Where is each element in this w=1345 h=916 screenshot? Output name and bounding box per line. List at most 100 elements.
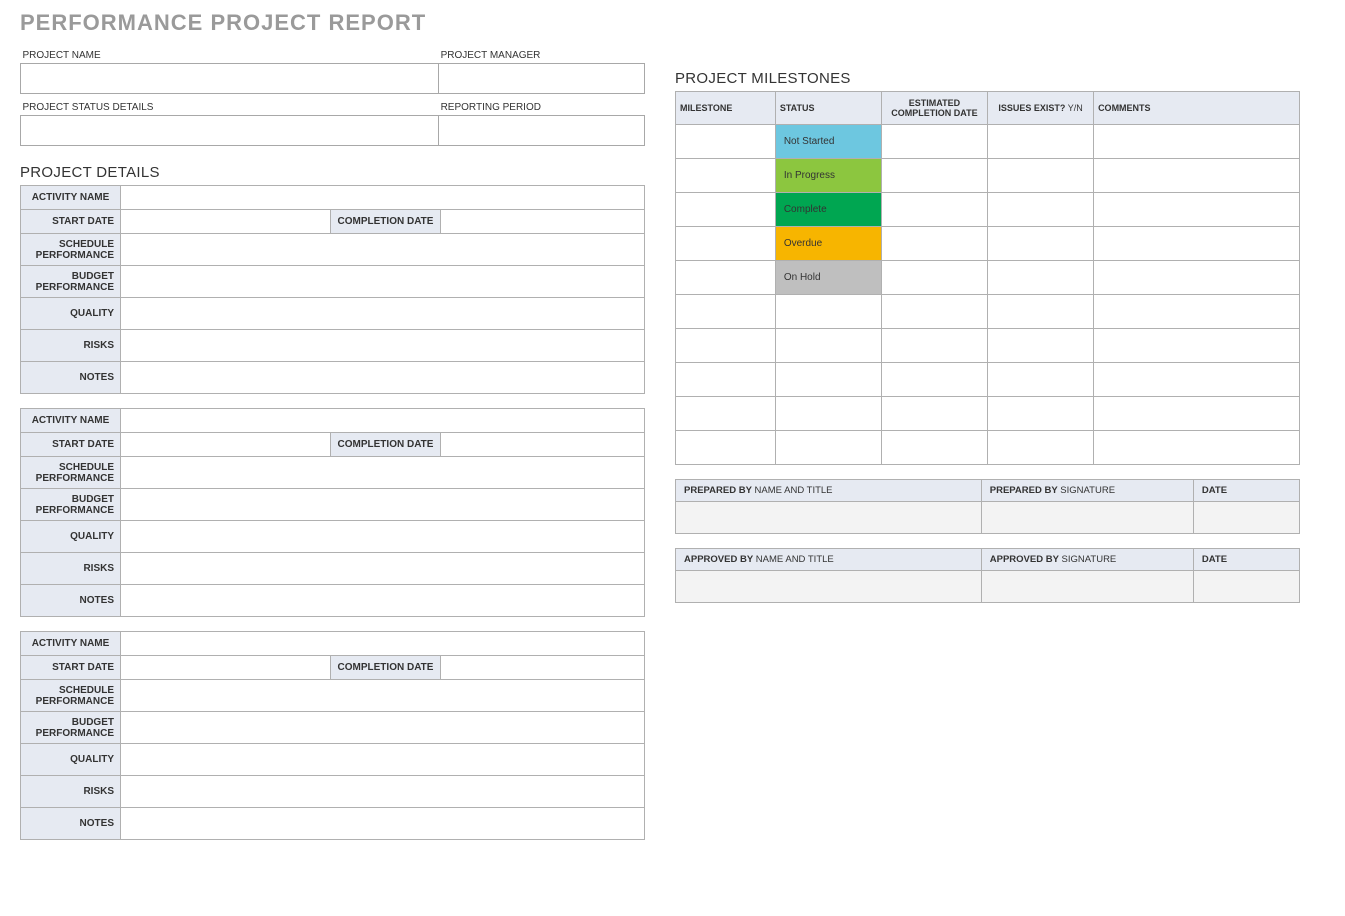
comments-cell[interactable] bbox=[1094, 329, 1300, 363]
input-completion-date[interactable] bbox=[441, 656, 645, 680]
label-start-date: START DATE bbox=[21, 433, 121, 457]
table-row bbox=[676, 329, 1300, 363]
issues-cell[interactable] bbox=[987, 363, 1093, 397]
milestone-cell[interactable] bbox=[676, 295, 776, 329]
status-cell[interactable]: In Progress bbox=[775, 159, 881, 193]
activity-block: ACTIVITY NAMESTART DATECOMPLETION DATESC… bbox=[20, 408, 645, 617]
input-completion-date[interactable] bbox=[441, 210, 645, 234]
milestone-cell[interactable] bbox=[676, 329, 776, 363]
label-start-date: START DATE bbox=[21, 210, 121, 234]
estimated-cell[interactable] bbox=[881, 159, 987, 193]
issues-cell[interactable] bbox=[987, 431, 1093, 465]
status-cell[interactable] bbox=[775, 397, 881, 431]
input-reporting-period[interactable] bbox=[439, 116, 645, 146]
label-notes: NOTES bbox=[21, 585, 121, 617]
issues-cell[interactable] bbox=[987, 397, 1093, 431]
input-start-date[interactable] bbox=[121, 210, 331, 234]
activity-block: ACTIVITY NAMESTART DATECOMPLETION DATESC… bbox=[20, 631, 645, 840]
issues-cell[interactable] bbox=[987, 125, 1093, 159]
status-cell[interactable] bbox=[775, 329, 881, 363]
estimated-cell[interactable] bbox=[881, 193, 987, 227]
milestone-cell[interactable] bbox=[676, 431, 776, 465]
issues-cell[interactable] bbox=[987, 159, 1093, 193]
input-risks[interactable] bbox=[121, 330, 645, 362]
label-activity-name: ACTIVITY NAME bbox=[21, 632, 121, 656]
label-risks: RISKS bbox=[21, 553, 121, 585]
input-schedule-performance[interactable] bbox=[121, 234, 645, 266]
input-schedule-performance[interactable] bbox=[121, 457, 645, 489]
comments-cell[interactable] bbox=[1094, 159, 1300, 193]
input-activity-name[interactable] bbox=[121, 186, 645, 210]
status-cell[interactable]: Not Started bbox=[775, 125, 881, 159]
label-risks: RISKS bbox=[21, 776, 121, 808]
estimated-cell[interactable] bbox=[881, 431, 987, 465]
input-schedule-performance[interactable] bbox=[121, 680, 645, 712]
prepared-sig-input[interactable] bbox=[981, 502, 1193, 534]
input-status-details[interactable] bbox=[21, 116, 439, 146]
status-cell[interactable]: On Hold bbox=[775, 261, 881, 295]
status-cell[interactable] bbox=[775, 431, 881, 465]
input-risks[interactable] bbox=[121, 776, 645, 808]
comments-cell[interactable] bbox=[1094, 125, 1300, 159]
input-budget-performance[interactable] bbox=[121, 489, 645, 521]
approved-sig-input[interactable] bbox=[981, 571, 1193, 603]
status-cell[interactable] bbox=[775, 295, 881, 329]
label-project-manager: PROJECT MANAGER bbox=[439, 42, 645, 64]
comments-cell[interactable] bbox=[1094, 431, 1300, 465]
label-quality: QUALITY bbox=[21, 521, 121, 553]
milestone-cell[interactable] bbox=[676, 227, 776, 261]
input-project-name[interactable] bbox=[21, 64, 439, 94]
input-project-manager[interactable] bbox=[439, 64, 645, 94]
prepared-name-input[interactable] bbox=[676, 502, 982, 534]
input-risks[interactable] bbox=[121, 553, 645, 585]
estimated-cell[interactable] bbox=[881, 295, 987, 329]
comments-cell[interactable] bbox=[1094, 363, 1300, 397]
table-row: In Progress bbox=[676, 159, 1300, 193]
comments-cell[interactable] bbox=[1094, 261, 1300, 295]
issues-cell[interactable] bbox=[987, 295, 1093, 329]
estimated-cell[interactable] bbox=[881, 227, 987, 261]
estimated-cell[interactable] bbox=[881, 261, 987, 295]
milestone-cell[interactable] bbox=[676, 193, 776, 227]
milestone-cell[interactable] bbox=[676, 363, 776, 397]
comments-cell[interactable] bbox=[1094, 193, 1300, 227]
label-budget-performance: BUDGET PERFORMANCE bbox=[21, 266, 121, 298]
comments-cell[interactable] bbox=[1094, 295, 1300, 329]
prepared-date-header: DATE bbox=[1193, 480, 1299, 502]
table-row: Overdue bbox=[676, 227, 1300, 261]
input-completion-date[interactable] bbox=[441, 433, 645, 457]
input-start-date[interactable] bbox=[121, 656, 331, 680]
milestone-cell[interactable] bbox=[676, 261, 776, 295]
input-start-date[interactable] bbox=[121, 433, 331, 457]
estimated-cell[interactable] bbox=[881, 363, 987, 397]
issues-cell[interactable] bbox=[987, 329, 1093, 363]
input-notes[interactable] bbox=[121, 362, 645, 394]
label-completion-date: COMPLETION DATE bbox=[331, 656, 441, 680]
input-budget-performance[interactable] bbox=[121, 266, 645, 298]
comments-cell[interactable] bbox=[1094, 227, 1300, 261]
milestone-cell[interactable] bbox=[676, 159, 776, 193]
milestone-cell[interactable] bbox=[676, 125, 776, 159]
issues-cell[interactable] bbox=[987, 261, 1093, 295]
approved-date-input[interactable] bbox=[1193, 571, 1299, 603]
milestone-cell[interactable] bbox=[676, 397, 776, 431]
input-quality[interactable] bbox=[121, 521, 645, 553]
estimated-cell[interactable] bbox=[881, 329, 987, 363]
estimated-cell[interactable] bbox=[881, 397, 987, 431]
issues-cell[interactable] bbox=[987, 227, 1093, 261]
input-quality[interactable] bbox=[121, 744, 645, 776]
input-notes[interactable] bbox=[121, 585, 645, 617]
input-notes[interactable] bbox=[121, 808, 645, 840]
input-activity-name[interactable] bbox=[121, 409, 645, 433]
status-cell[interactable] bbox=[775, 363, 881, 397]
approved-name-input[interactable] bbox=[676, 571, 982, 603]
comments-cell[interactable] bbox=[1094, 397, 1300, 431]
estimated-cell[interactable] bbox=[881, 125, 987, 159]
issues-cell[interactable] bbox=[987, 193, 1093, 227]
prepared-date-input[interactable] bbox=[1193, 502, 1299, 534]
status-cell[interactable]: Overdue bbox=[775, 227, 881, 261]
status-cell[interactable]: Complete bbox=[775, 193, 881, 227]
input-quality[interactable] bbox=[121, 298, 645, 330]
input-budget-performance[interactable] bbox=[121, 712, 645, 744]
input-activity-name[interactable] bbox=[121, 632, 645, 656]
